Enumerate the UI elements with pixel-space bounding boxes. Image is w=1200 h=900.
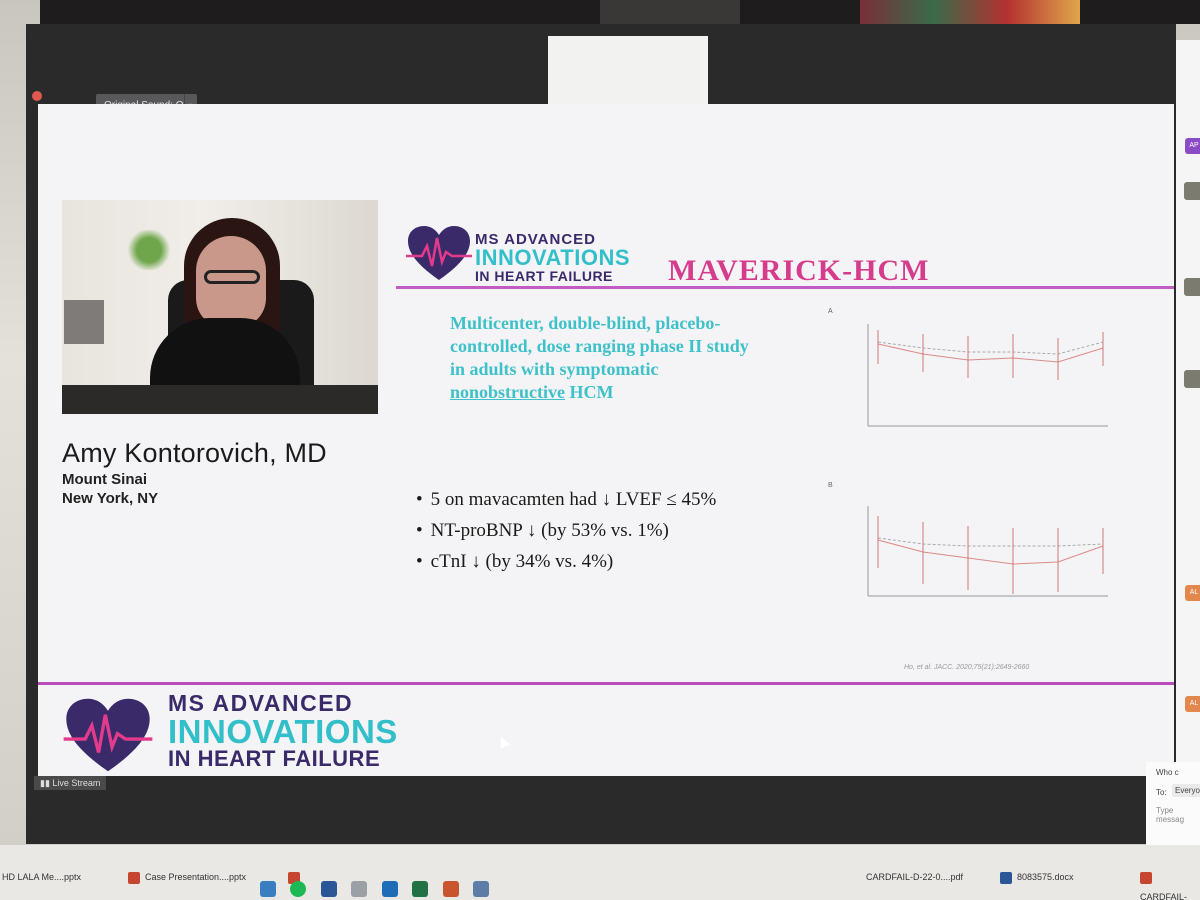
figure-citation: Ho, et al. JACC. 2020;75(21):2649-2660 bbox=[904, 664, 1030, 671]
taskbar-item[interactable]: 8083575.docx bbox=[1000, 867, 1074, 887]
taskbar-item-label: CARDFAIL- bbox=[1140, 892, 1188, 900]
footer-logo-line2: INNOVATIONS bbox=[168, 713, 398, 750]
taskbar-item[interactable]: CARDFAIL-D-22-0....pdf bbox=[866, 867, 963, 887]
footer-logo-line3: IN HEART FAILURE bbox=[168, 746, 381, 771]
study-description-main: Multicenter, double-blind, placebo-contr… bbox=[450, 313, 749, 379]
taskbar-item-label: CARDFAIL-D-22-0....pdf bbox=[866, 872, 964, 882]
speaker-institution: Mount Sinai bbox=[62, 471, 147, 488]
powerpoint-icon bbox=[128, 871, 140, 884]
chat-avatar: AP bbox=[1185, 138, 1200, 154]
heart-logo-large-icon bbox=[63, 698, 153, 772]
app-icon[interactable] bbox=[473, 880, 490, 897]
bullet-item: cTnI ↓ (by 34% vs. 4%) bbox=[416, 546, 716, 577]
word-icon bbox=[1000, 871, 1012, 884]
bullet-list: 5 on mavacamten had ↓ LVEF ≤ 45% NT-proB… bbox=[416, 484, 717, 577]
chat-participant-thumbnail bbox=[1184, 278, 1200, 296]
word-icon[interactable] bbox=[320, 880, 337, 897]
chat-participant-thumbnail bbox=[1184, 182, 1200, 200]
taskbar-pinned-apps bbox=[260, 880, 499, 900]
divider bbox=[396, 286, 1174, 289]
chat-panel: AP AL AL bbox=[1176, 40, 1200, 860]
chat-avatar: AL bbox=[1185, 585, 1200, 601]
taskbar-item-label: HD LALA Me....pptx bbox=[2, 872, 82, 882]
study-figure: A B bbox=[828, 306, 1118, 676]
excel-icon[interactable] bbox=[412, 880, 429, 897]
chat-compose-area: Who c To: Everyone Type messag bbox=[1146, 762, 1200, 852]
heart-logo-icon bbox=[406, 226, 472, 280]
plant-image bbox=[126, 230, 172, 270]
logo-line2: INNOVATIONS bbox=[475, 245, 631, 270]
slide-title: MAVERICK-HCM bbox=[668, 254, 930, 287]
chat-avatar: AL bbox=[1185, 696, 1200, 712]
taskbar: HD LALA Me....pptx Case Presentation....… bbox=[0, 845, 1200, 900]
speaker-name: Amy Kontorovich, MD bbox=[62, 438, 327, 468]
app-icon[interactable] bbox=[351, 880, 368, 897]
speaker-location: New York, NY bbox=[62, 490, 159, 507]
zoom-meeting-window: Original Sound: Off ▾ Amy Kontorovich, M… bbox=[26, 24, 1176, 844]
chat-recipient-select[interactable]: Everyone bbox=[1172, 784, 1200, 797]
live-stream-badge[interactable]: ▮▮ Live Stream bbox=[34, 776, 107, 790]
shared-slide: Amy Kontorovich, MD Mount Sinai New York… bbox=[38, 104, 1174, 776]
study-description-end: HCM bbox=[569, 382, 614, 402]
bullet-item: 5 on mavacamten had ↓ LVEF ≤ 45% bbox=[416, 484, 717, 515]
taskbar-item[interactable]: CARDFAIL- bbox=[1140, 867, 1200, 900]
footer-divider bbox=[38, 682, 1174, 685]
chat-participant-thumbnail bbox=[1184, 370, 1200, 388]
speaker-affiliation: Mount Sinai New York, NY bbox=[62, 470, 158, 508]
study-description: Multicenter, double-blind, placebo-contr… bbox=[450, 312, 750, 404]
app-icon[interactable] bbox=[442, 880, 459, 897]
figure-plots bbox=[867, 324, 1108, 597]
taskbar-item[interactable]: Case Presentation....pptx bbox=[128, 867, 246, 887]
signal-icon: ▮▮ bbox=[40, 778, 53, 788]
logo-line3: IN HEART FAILURE bbox=[475, 268, 613, 284]
spotify-icon[interactable] bbox=[290, 880, 307, 897]
chat-to-label: To: bbox=[1156, 788, 1167, 797]
logo-wordmark: MS ADVANCED INNOVATIONS IN HEART FAILURE bbox=[475, 232, 630, 283]
taskbar-item-label: Case Presentation....pptx bbox=[145, 872, 247, 882]
top-screen-strip bbox=[40, 0, 1200, 24]
chat-message-input[interactable]: Type messag bbox=[1156, 806, 1200, 824]
mouse-cursor-icon bbox=[496, 734, 510, 749]
footer-logo-wordmark: MS ADVANCED INNOVATIONS IN HEART FAILURE bbox=[168, 692, 398, 770]
taskbar-item[interactable]: HD LALA Me....pptx bbox=[2, 867, 81, 887]
app-icon[interactable] bbox=[260, 880, 276, 897]
outlook-icon[interactable] bbox=[381, 880, 398, 897]
live-stream-label: Live Stream bbox=[52, 778, 101, 788]
taskbar-item-label: 8083575.docx bbox=[1017, 872, 1074, 882]
chat-who-can-see[interactable]: Who c bbox=[1156, 768, 1179, 777]
study-description-underlined: nonobstructive bbox=[450, 382, 566, 402]
footer-logo-line1: MS ADVANCED bbox=[168, 690, 354, 716]
record-indicator-icon bbox=[32, 91, 42, 101]
pdf-icon bbox=[1140, 871, 1152, 884]
speaker-video bbox=[62, 200, 378, 414]
bullet-item: NT-proBNP ↓ (by 53% vs. 1%) bbox=[416, 515, 716, 546]
figure-panel-b-label: B bbox=[828, 482, 833, 489]
